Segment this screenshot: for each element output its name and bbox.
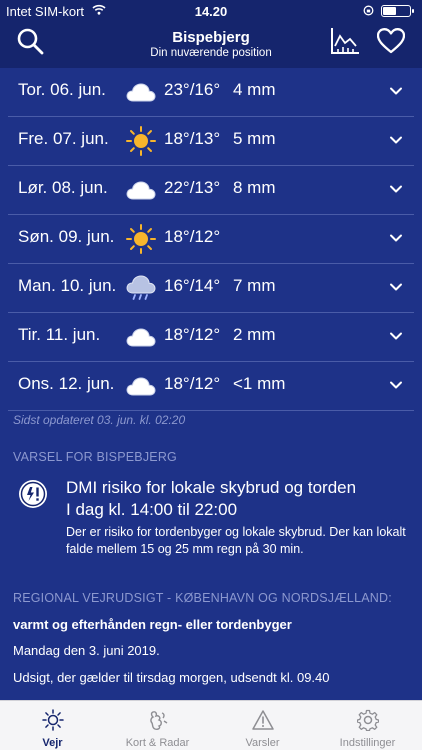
day-label: Tor. 06. jun.	[18, 80, 106, 99]
day-temperature: 18°/12°	[164, 374, 221, 393]
warning-heading: VARSEL FOR BISPEBJERG	[13, 450, 177, 464]
sun-icon	[126, 126, 156, 156]
day-row[interactable]: Tir. 11. jun. 18°/12° 2 mm	[0, 313, 422, 362]
day-row[interactable]: Man. 10. jun. 16°/14° 7 mm	[0, 264, 422, 313]
day-temperature: 18°/12°	[164, 325, 221, 344]
day-row[interactable]: Søn. 09. jun. 18°/12°	[0, 215, 422, 264]
day-precipitation: 8 mm	[233, 178, 276, 197]
tab-label: Indstillinger	[339, 737, 396, 749]
day-precipitation: 5 mm	[233, 129, 276, 148]
regional-heading: REGIONAL VEJRUDSIGT - KØBENHAVN OG NORDS…	[13, 591, 392, 605]
cloud-icon	[126, 377, 156, 396]
tab-vejr[interactable]: Vejr	[0, 701, 105, 750]
cloud-icon	[126, 328, 156, 347]
tab-label: Varsler	[245, 737, 280, 749]
chevron-down-icon	[390, 283, 402, 291]
day-label: Tir. 11. jun.	[18, 325, 101, 344]
app-header: Intet SIM-kort 14.20 Bispebjerg Din nuvæ…	[0, 0, 422, 68]
sun-icon	[42, 709, 64, 731]
status-bar: Intet SIM-kort 14.20	[0, 0, 422, 22]
last-updated-text: Sidst opdateret 03. jun. kl. 02:20	[13, 413, 186, 427]
tab-varsler[interactable]: Varsler	[210, 701, 315, 750]
heart-icon[interactable]	[377, 28, 405, 54]
regional-issued: Udsigt, der gælder til tirsdag morgen, u…	[13, 670, 330, 685]
day-precipitation: 4 mm	[233, 80, 276, 99]
battery-icon	[381, 5, 414, 17]
day-precipitation: <1 mm	[233, 374, 286, 393]
day-precipitation: 7 mm	[233, 276, 276, 295]
map-icon	[150, 711, 168, 730]
day-temperature: 22°/13°	[164, 178, 221, 197]
day-row[interactable]: Ons. 12. jun. 18°/12° <1 mm	[0, 362, 422, 411]
warning-description: Der er risiko for tordenbyger og lokale …	[66, 525, 406, 556]
day-label: Ons. 12. jun.	[18, 374, 115, 393]
day-precipitation: 2 mm	[233, 325, 276, 344]
gear-icon	[357, 709, 379, 731]
day-temperature: 18°/13°	[164, 129, 221, 148]
tab-indstillinger[interactable]: Indstillinger	[315, 701, 420, 750]
day-row[interactable]: Fre. 07. jun. 18°/13° 5 mm	[0, 117, 422, 166]
chevron-down-icon	[390, 136, 402, 144]
chevron-down-icon	[390, 332, 402, 340]
chart-icon[interactable]	[330, 27, 360, 55]
day-row[interactable]: Tor. 06. jun. 23°/16° 4 mm	[0, 68, 422, 117]
regional-date: Mandag den 3. juni 2019.	[13, 643, 160, 658]
day-label: Man. 10. jun.	[18, 276, 117, 295]
chevron-down-icon	[390, 185, 402, 193]
sun-icon	[126, 224, 156, 254]
cloud-icon	[126, 181, 156, 200]
day-temperature: 16°/14°	[164, 276, 221, 295]
chevron-down-icon	[390, 234, 402, 242]
day-label: Søn. 09. jun.	[18, 227, 115, 246]
daily-forecast-list: Tor. 06. jun. 23°/16° 4 mm Fre. 07. jun.…	[0, 68, 422, 411]
chevron-down-icon	[390, 87, 402, 95]
day-label: Lør. 08. jun.	[18, 178, 108, 197]
warning-time: I dag kl. 14:00 til 22:00	[66, 500, 238, 519]
chevron-down-icon	[390, 381, 402, 389]
tab-bar: Vejr Kort & Radar Varsler Indstillinger	[0, 700, 422, 750]
warning-icon	[252, 710, 274, 730]
rotation-lock-icon	[363, 5, 374, 16]
thunderstorm-warning-icon[interactable]	[18, 479, 48, 509]
regional-title: varmt og efterhånden regn- eller tordenb…	[13, 617, 292, 632]
cloud-icon	[126, 83, 156, 102]
day-row[interactable]: Lør. 08. jun. 22°/13° 8 mm	[0, 166, 422, 215]
day-temperature: 18°/12°	[164, 227, 221, 246]
day-label: Fre. 07. jun.	[18, 129, 109, 148]
tab-label: Kort & Radar	[125, 737, 190, 749]
day-temperature: 23°/16°	[164, 80, 221, 99]
tab-label: Vejr	[42, 737, 63, 749]
tab-kort-radar[interactable]: Kort & Radar	[105, 701, 210, 750]
rain-cloud-icon	[126, 275, 156, 300]
status-time: 14.20	[194, 4, 228, 19]
warning-title[interactable]: DMI risiko for lokale skybrud og torden	[66, 477, 356, 499]
